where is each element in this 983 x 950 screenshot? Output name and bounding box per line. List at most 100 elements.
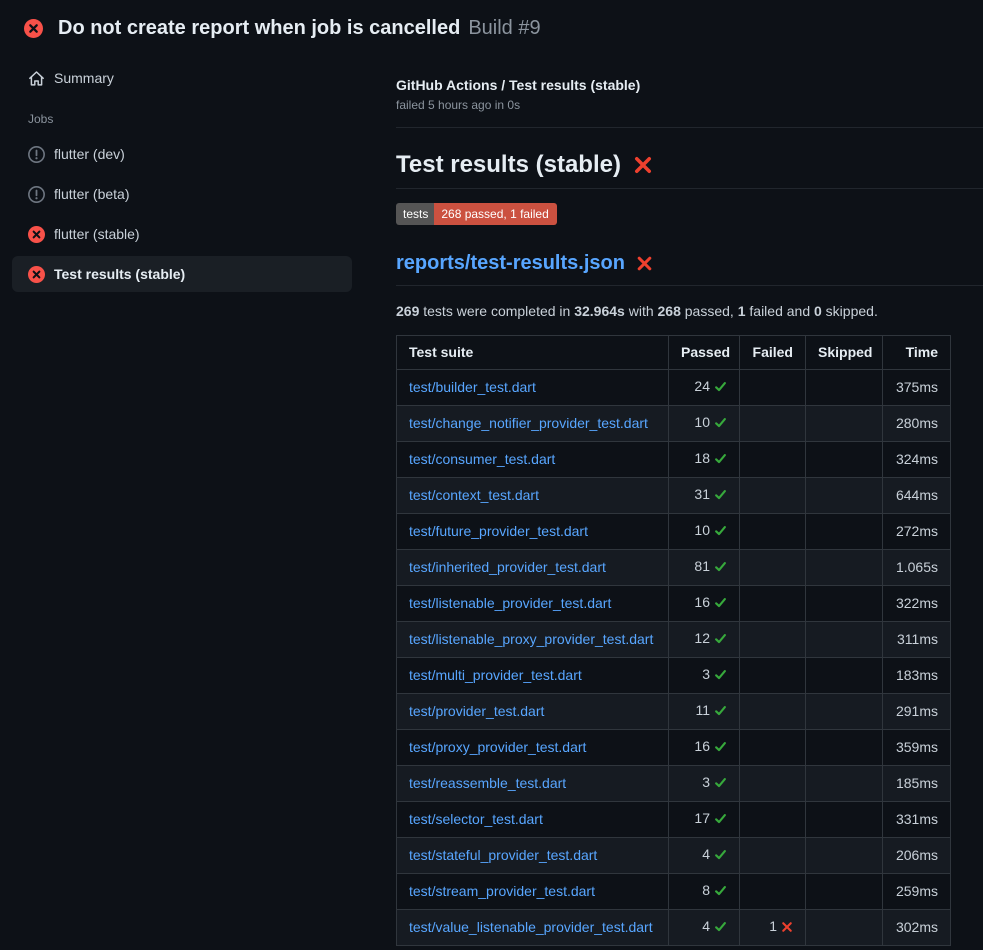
column-header-passed: Passed [669,336,740,370]
summary-segment: 268 [658,303,681,319]
sidebar-job-item[interactable]: Test results (stable) [12,256,352,292]
cancelled-status-icon [28,186,45,203]
check-icon [714,740,727,757]
tests-badge: tests 268 passed, 1 failed [396,203,557,225]
skipped-count [806,514,883,550]
job-label: flutter (beta) [54,186,129,202]
check-icon [714,920,727,937]
badge-label: tests [396,203,434,225]
test-suite-link[interactable]: test/reassemble_test.dart [409,775,566,791]
table-row: test/stateful_provider_test.dart 4 206ms [397,838,951,874]
test-suite-link[interactable]: test/change_notifier_provider_test.dart [409,415,648,431]
report-file-link[interactable]: reports/test-results.json [396,252,625,275]
passed-count: 3 [702,666,710,682]
time-value: 302ms [883,910,951,946]
table-row: test/change_notifier_provider_test.dart … [397,406,951,442]
cross-icon [781,920,793,937]
test-suite-link[interactable]: test/proxy_provider_test.dart [409,739,586,755]
main-content: GitHub Actions / Test results (stable) f… [372,40,983,946]
passed-count: 4 [702,846,710,862]
test-suite-link[interactable]: test/multi_provider_test.dart [409,667,582,683]
test-suite-link[interactable]: test/value_listenable_provider_test.dart [409,919,653,935]
badge-value: 268 passed, 1 failed [434,203,556,225]
passed-count: 10 [694,522,710,538]
skipped-count [806,874,883,910]
test-suite-link[interactable]: test/future_provider_test.dart [409,523,588,539]
failed-status-icon [28,266,45,283]
check-icon [714,704,727,721]
home-icon [28,70,45,87]
skipped-count [806,838,883,874]
table-row: test/stream_provider_test.dart 8 259ms [397,874,951,910]
passed-count: 16 [694,738,710,754]
test-suite-link[interactable]: test/stateful_provider_test.dart [409,847,597,863]
passed-count: 8 [702,882,710,898]
table-row: test/listenable_provider_test.dart 16 32… [397,586,951,622]
check-icon [714,452,727,469]
skipped-count [806,910,883,946]
sidebar-item-summary[interactable]: Summary [12,60,352,96]
skipped-count [806,658,883,694]
passed-count: 81 [694,558,710,574]
check-icon [714,668,727,685]
failed-count: 1 [769,918,777,934]
check-icon [714,524,727,541]
skipped-count [806,550,883,586]
test-suite-link[interactable]: test/context_test.dart [409,487,539,503]
passed-count: 17 [694,810,710,826]
time-value: 644ms [883,478,951,514]
skipped-count [806,766,883,802]
test-results-table: Test suite Passed Failed Skipped Time te… [396,335,951,946]
check-run-page: Do not create report when job is cancell… [0,0,983,950]
table-row: test/provider_test.dart 11 291ms [397,694,951,730]
passed-count: 10 [694,414,710,430]
skipped-count [806,802,883,838]
check-icon [714,488,727,505]
summary-segment: 0 [814,303,822,319]
passed-count: 11 [695,702,710,718]
test-suite-link[interactable]: test/builder_test.dart [409,379,536,395]
check-icon [714,776,727,793]
table-row: test/listenable_proxy_provider_test.dart… [397,622,951,658]
page-title: Do not create report when job is cancell… [58,17,460,40]
table-row: test/consumer_test.dart 18 324ms [397,442,951,478]
time-value: 259ms [883,874,951,910]
sidebar-job-item[interactable]: flutter (stable) [12,216,352,252]
summary-line: 269 tests were completed in 32.964s with… [396,303,983,319]
time-value: 280ms [883,406,951,442]
job-label: flutter (stable) [54,226,140,242]
test-suite-link[interactable]: test/stream_provider_test.dart [409,883,595,899]
section-heading-text: Test results (stable) [396,151,621,179]
job-label: flutter (dev) [54,146,125,162]
time-value: 311ms [883,622,951,658]
check-icon [714,596,727,613]
time-value: 331ms [883,802,951,838]
test-suite-link[interactable]: test/listenable_proxy_provider_test.dart [409,631,653,647]
failed-status-icon [24,19,43,38]
test-suite-link[interactable]: test/listenable_provider_test.dart [409,595,611,611]
passed-count: 18 [694,450,710,466]
skipped-count [806,370,883,406]
table-row: test/builder_test.dart 24 375ms [397,370,951,406]
summary-segment: skipped. [822,303,878,319]
check-icon [714,632,727,649]
test-suite-link[interactable]: test/provider_test.dart [409,703,544,719]
column-header-failed: Failed [740,336,806,370]
column-header-skipped: Skipped [806,336,883,370]
time-value: 324ms [883,442,951,478]
jobs-section-label: Jobs [28,112,352,126]
sidebar-job-item[interactable]: flutter (dev) [12,136,352,172]
column-header-time: Time [883,336,951,370]
passed-count: 24 [694,378,710,394]
test-suite-link[interactable]: test/inherited_provider_test.dart [409,559,606,575]
sidebar-job-item[interactable]: flutter (beta) [12,176,352,212]
test-suite-link[interactable]: test/selector_test.dart [409,811,543,827]
failed-status-icon [28,226,45,243]
cancelled-status-icon [28,146,45,163]
skipped-count [806,406,883,442]
time-value: 1.065s [883,550,951,586]
passed-count: 16 [694,594,710,610]
test-suite-link[interactable]: test/consumer_test.dart [409,451,555,467]
divider [396,127,983,128]
check-icon [714,884,727,901]
